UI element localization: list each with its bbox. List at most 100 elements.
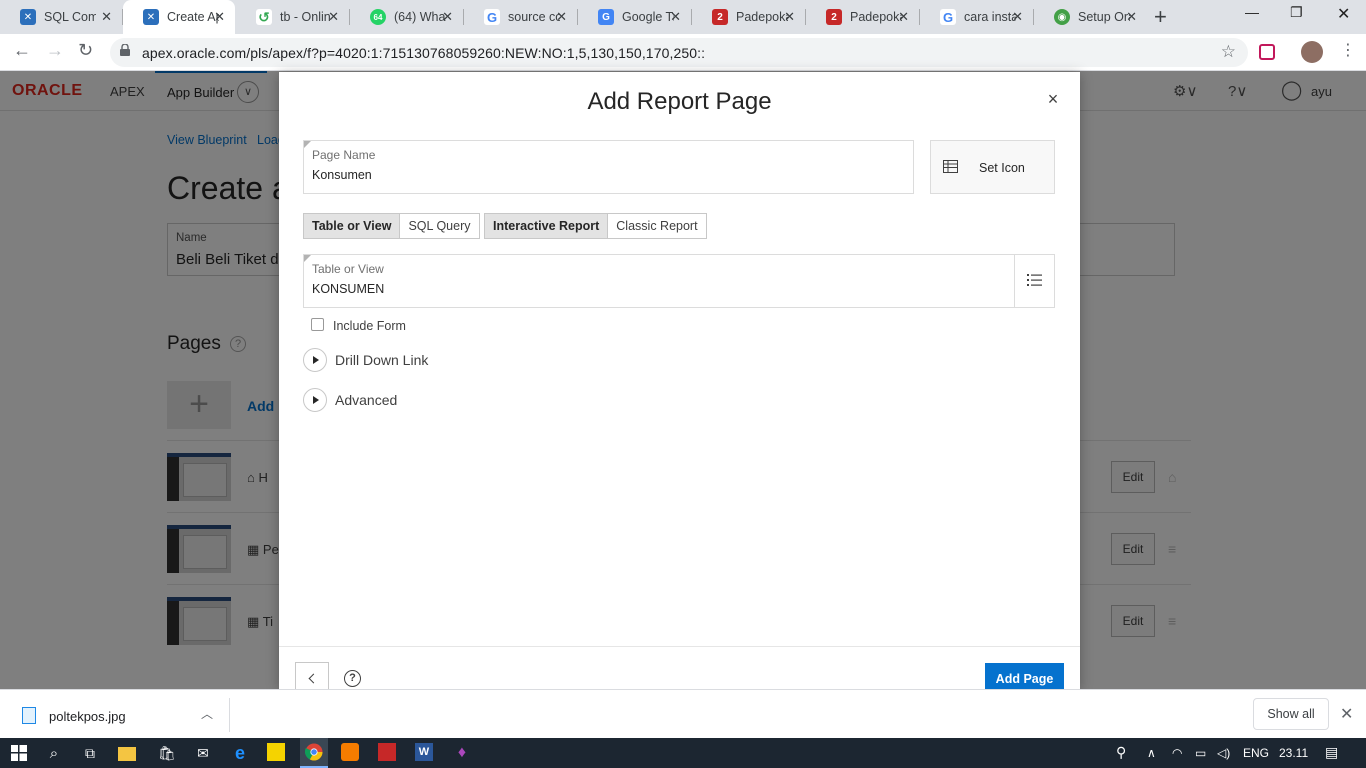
apex-favicon-icon: ✕ <box>143 9 159 25</box>
browser-tab[interactable]: 2 Padepoka ✕ <box>806 0 920 34</box>
tab-close-icon[interactable]: ✕ <box>898 9 909 25</box>
reload-icon[interactable]: ↻ <box>78 40 93 61</box>
chevron-up-icon[interactable]: ∧ <box>1147 746 1156 760</box>
add-page-button[interactable]: Add Page <box>985 663 1064 689</box>
windows-start-icon[interactable] <box>9 743 29 763</box>
search-icon[interactable]: ⌕ <box>44 743 64 763</box>
apex-favicon-icon: ✕ <box>20 9 36 25</box>
back-arrow-icon[interactable]: ← <box>13 40 31 61</box>
add-report-page-dialog: Add Report Page × Page Name Set Icon Tab… <box>279 72 1080 689</box>
url-text: apex.oracle.com/pls/apex/f?p=4020:1:7151… <box>142 45 706 61</box>
tab-close-icon[interactable]: ✕ <box>214 9 225 25</box>
download-shelf: poltekpos.jpg ︿ Show all ✕ <box>0 689 1366 738</box>
dialog-close-button[interactable]: × <box>1043 89 1063 109</box>
window-close-icon[interactable]: ✕ <box>1337 4 1350 24</box>
source-option-sql-query[interactable]: SQL Query <box>400 213 480 239</box>
wifi-icon[interactable]: ◠ <box>1172 746 1182 760</box>
list-icon <box>1027 274 1042 286</box>
bookmark-star-icon[interactable]: ☆ <box>1221 42 1236 62</box>
expand-arrow-icon[interactable] <box>303 348 327 372</box>
store-icon[interactable]: 🛍 <box>157 743 177 763</box>
chevron-up-icon[interactable]: ︿ <box>201 705 213 722</box>
set-icon-button[interactable]: Set Icon <box>930 140 1055 194</box>
maps-pin-icon[interactable]: ♦ <box>452 743 472 763</box>
report-type-selector: Interactive Report Classic Report <box>484 213 707 239</box>
required-marker <box>304 255 311 262</box>
xampp-icon[interactable] <box>341 743 359 761</box>
tab-close-icon[interactable]: ✕ <box>101 9 112 25</box>
chrome-taskbar-icon[interactable] <box>300 738 328 768</box>
extension-icon[interactable] <box>1259 44 1275 60</box>
tab-close-icon[interactable]: ✕ <box>670 9 681 25</box>
address-bar[interactable]: apex.oracle.com/pls/apex/f?p=4020:1:7151… <box>110 38 1248 67</box>
edge-icon[interactable]: e <box>230 743 250 763</box>
source-option-table-or-view[interactable]: Table or View <box>303 213 401 239</box>
report-option-classic[interactable]: Classic Report <box>608 213 707 239</box>
table-icon <box>943 160 958 173</box>
browser-tab[interactable]: G cara insta ✕ <box>920 0 1034 34</box>
page-name-input[interactable] <box>312 168 861 182</box>
table-or-view-field[interactable]: Table or View <box>303 254 1055 308</box>
expand-arrow-icon[interactable] <box>303 388 327 412</box>
language-indicator[interactable]: ENG <box>1243 746 1269 760</box>
new-tab-icon[interactable]: + <box>1154 4 1167 30</box>
browser-tab[interactable]: 64 (64) What ✕ <box>350 0 464 34</box>
drill-down-link-region[interactable]: Drill Down Link <box>303 348 428 372</box>
download-file-name[interactable]: poltekpos.jpg <box>49 709 126 724</box>
tab-close-icon[interactable]: ✕ <box>328 9 339 25</box>
table-or-view-label: Table or View <box>312 262 384 276</box>
image-file-icon <box>22 707 36 724</box>
browser-tab[interactable]: 2 Padepoka ✕ <box>692 0 806 34</box>
browser-tab[interactable]: G source co ✕ <box>464 0 578 34</box>
translate-favicon-icon: G <box>598 9 614 25</box>
battery-icon[interactable]: ▭ <box>1195 746 1206 760</box>
browser-tab[interactable]: ◉ Setup Ora ✕ <box>1034 0 1147 34</box>
lock-icon <box>120 44 130 56</box>
tab-close-icon[interactable]: ✕ <box>1012 9 1023 25</box>
tab-close-icon[interactable]: ✕ <box>556 9 567 25</box>
clock[interactable]: 23.11 <box>1279 746 1308 760</box>
padepokan-favicon-icon: 2 <box>826 9 842 25</box>
include-form-label[interactable]: Include Form <box>333 319 406 333</box>
page-name-field[interactable]: Page Name <box>303 140 914 194</box>
forward-arrow-icon[interactable]: → <box>46 40 64 61</box>
browser-tab[interactable]: ✕ SQL Com ✕ <box>0 0 123 34</box>
browser-tab[interactable]: G Google Tr ✕ <box>578 0 692 34</box>
required-marker <box>304 141 311 148</box>
winrar-icon[interactable] <box>378 743 396 761</box>
report-option-interactive[interactable]: Interactive Report <box>484 213 609 239</box>
advanced-region[interactable]: Advanced <box>303 388 397 412</box>
close-shelf-icon[interactable]: ✕ <box>1340 704 1353 724</box>
volume-icon[interactable]: ◁) <box>1217 746 1230 760</box>
globe-favicon-icon: ◉ <box>1054 9 1070 25</box>
task-view-icon[interactable]: ⧉ <box>80 743 100 763</box>
list-of-values-button[interactable] <box>1014 255 1054 307</box>
google-favicon-icon: G <box>940 9 956 25</box>
table-or-view-input[interactable] <box>312 282 912 296</box>
restore-icon[interactable]: ❐ <box>1290 4 1303 21</box>
tab-close-icon[interactable]: ✕ <box>442 9 453 25</box>
profile-avatar[interactable] <box>1301 41 1323 63</box>
page-name-label: Page Name <box>312 148 376 162</box>
mail-icon[interactable]: ✉ <box>193 743 213 763</box>
tab-close-icon[interactable]: ✕ <box>784 9 795 25</box>
minimize-icon[interactable]: — <box>1245 4 1259 20</box>
previous-button[interactable] <box>295 662 329 689</box>
word-icon[interactable]: W <box>415 743 433 761</box>
sticky-notes-icon[interactable] <box>267 743 285 761</box>
dialog-footer: ? Add Page <box>279 646 1080 689</box>
tab-close-icon[interactable]: ✕ <box>1126 9 1137 25</box>
include-form-option: Include Form <box>311 315 406 333</box>
show-all-button[interactable]: Show all <box>1253 698 1329 730</box>
google-favicon-icon: G <box>484 9 500 25</box>
windows-taskbar: ⌕ ⧉ 🛍 ✉ e W ♦ ⚲ ∧ ◠ ▭ ◁) ENG 23.11 ▤ <box>0 738 1366 768</box>
file-explorer-icon[interactable] <box>118 747 136 761</box>
include-form-checkbox[interactable] <box>311 317 324 331</box>
help-icon[interactable]: ? <box>344 670 361 687</box>
padepokan-favicon-icon: 2 <box>712 9 728 25</box>
browser-tab-active[interactable]: ✕ Create Ap ✕ <box>123 0 235 34</box>
people-icon[interactable]: ⚲ <box>1116 744 1126 761</box>
notification-icon[interactable]: ▤ <box>1325 744 1338 761</box>
browser-tab[interactable]: ↺ tb - Onlin ✕ <box>236 0 350 34</box>
browser-menu-icon[interactable]: ⋮ <box>1340 40 1356 60</box>
